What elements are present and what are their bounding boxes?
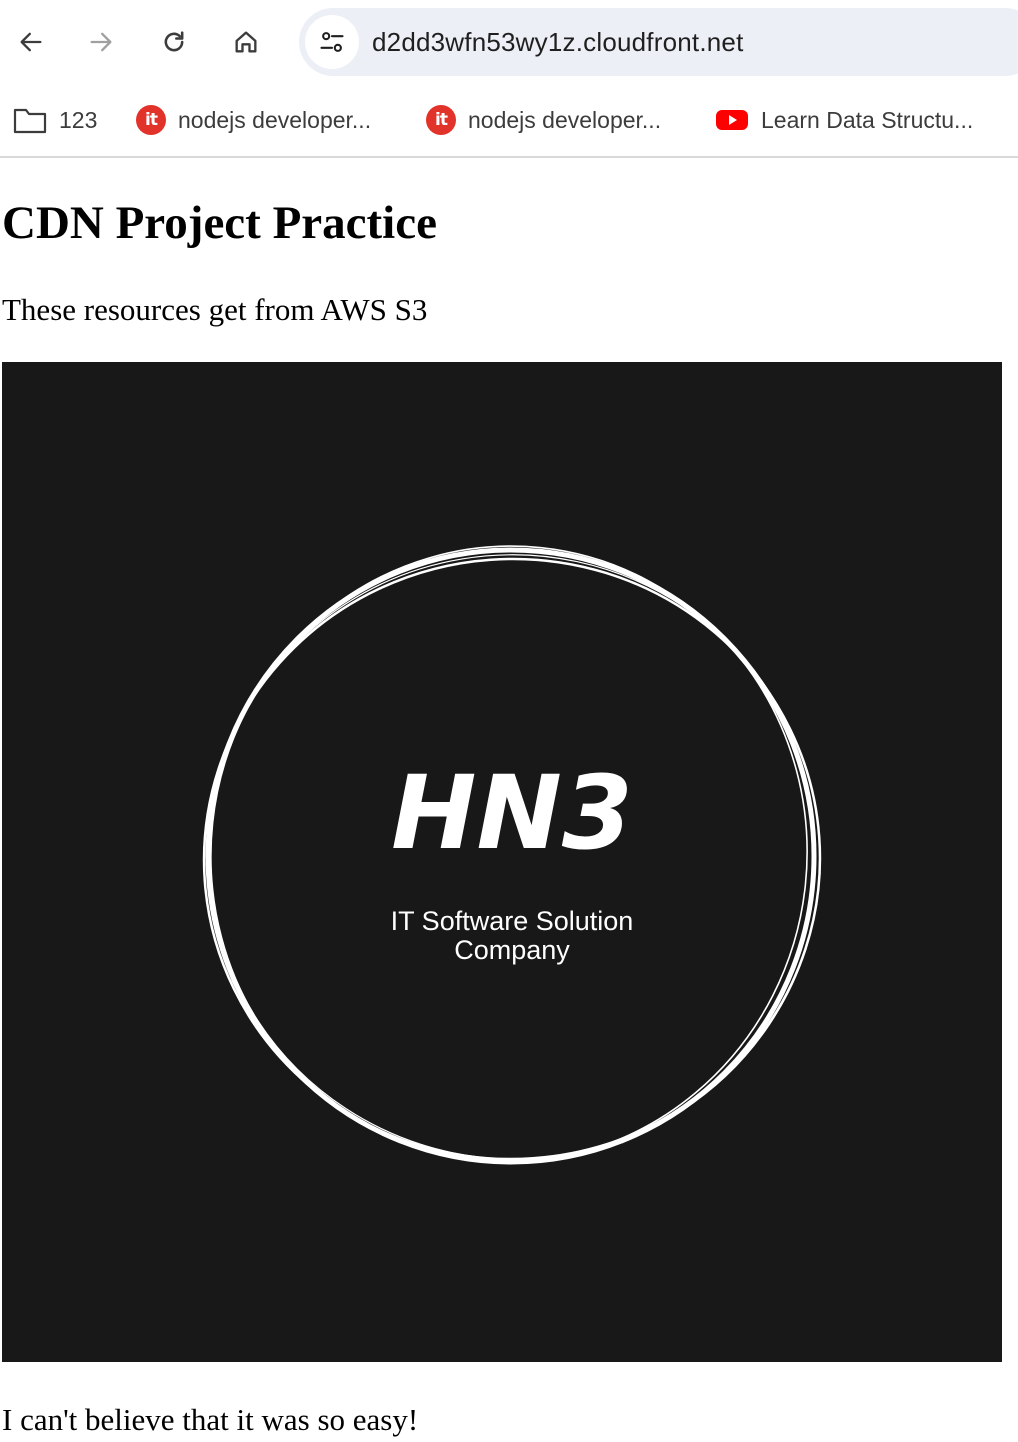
reload-icon	[164, 31, 184, 52]
footer-text: I can't believe that it was so easy!	[2, 1402, 419, 1437]
bookmark-label: Learn Data Structu...	[761, 106, 974, 133]
logo-wordmark: HN3	[391, 754, 633, 873]
browser-toolbar: d2dd3wfn53wy1z.cloudfront.net	[0, 0, 1018, 84]
itviec-icon: it	[426, 105, 456, 135]
bookmarks-bar: 123 it nodejs developer... it nodejs dev…	[0, 84, 1018, 156]
company-logo-image: HN3 IT Software Solution Company	[2, 362, 1002, 1362]
logo-graphic: HN3 IT Software Solution Company	[202, 545, 822, 1165]
bookmark-folder-123[interactable]: 123	[13, 100, 97, 140]
site-info-button[interactable]	[305, 15, 359, 69]
folder-icon	[13, 108, 47, 134]
page-content: CDN Project Practice These resources get…	[0, 158, 1018, 1442]
page-subtitle: These resources get from AWS S3	[2, 292, 428, 327]
bookmark-nodejs-developer-2[interactable]: it nodejs developer...	[426, 100, 661, 140]
home-icon	[235, 31, 257, 53]
forward-button[interactable]	[79, 20, 123, 64]
back-button[interactable]	[9, 20, 53, 64]
reload-button[interactable]	[152, 20, 196, 64]
bookmark-label: nodejs developer...	[178, 106, 372, 133]
bookmark-label: 123	[59, 106, 98, 133]
home-button[interactable]	[224, 20, 268, 64]
itviec-icon: it	[136, 105, 166, 135]
address-bar[interactable]: d2dd3wfn53wy1z.cloudfront.net	[299, 8, 1018, 76]
bookmark-nodejs-developer-1[interactable]: it nodejs developer...	[136, 100, 371, 140]
bookmark-learn-data-structures[interactable]: Learn Data Structu...	[715, 100, 973, 140]
arrow-left-icon	[20, 32, 42, 52]
url-text[interactable]: d2dd3wfn53wy1z.cloudfront.net	[372, 27, 744, 58]
browser-chrome: d2dd3wfn53wy1z.cloudfront.net 123 it nod…	[0, 0, 1018, 158]
youtube-icon	[716, 110, 748, 130]
bookmark-label: nodejs developer...	[468, 106, 662, 133]
logo-tagline-line2: Company	[454, 935, 570, 965]
arrow-right-icon	[90, 32, 112, 52]
page-title: CDN Project Practice	[2, 197, 437, 249]
logo-tagline-line1: IT Software Solution	[391, 906, 634, 936]
tune-icon	[320, 32, 344, 52]
